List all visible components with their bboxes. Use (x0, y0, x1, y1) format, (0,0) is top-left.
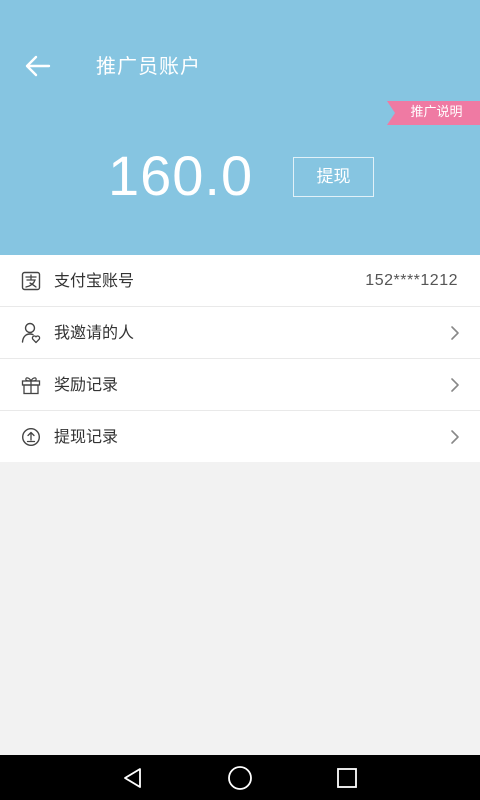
chevron-right-icon (451, 430, 459, 444)
alipay-icon (20, 270, 42, 292)
list-item-withdraw-records[interactable]: 提现记录 (0, 411, 480, 462)
nav-home-button[interactable] (226, 765, 254, 791)
header: 推广员账户 推广说明 160.0 提现 (0, 0, 480, 255)
list-item-label: 我邀请的人 (54, 323, 135, 342)
back-button[interactable] (18, 50, 58, 82)
chevron-right-icon (451, 378, 459, 392)
home-circle-icon (228, 766, 252, 790)
list-item-alipay-account[interactable]: 支付宝账号 152****1212 (0, 255, 480, 307)
alipay-account-value: 152****1212 (365, 272, 458, 289)
promotion-info-ribbon[interactable]: 推广说明 (387, 101, 480, 125)
user-heart-icon (20, 322, 42, 344)
recents-square-icon (337, 768, 357, 788)
system-navigation-bar (0, 755, 480, 800)
account-balance: 160.0 (108, 144, 254, 207)
list-item-reward-records[interactable]: 奖励记录 (0, 359, 480, 411)
nav-recents-button[interactable] (333, 765, 361, 791)
nav-back-button[interactable] (119, 765, 147, 791)
back-triangle-icon (124, 768, 141, 788)
account-list: 支付宝账号 152****1212 我邀请的人 奖励记录 提现记录 (0, 255, 480, 462)
list-item-invited-people[interactable]: 我邀请的人 (0, 307, 480, 359)
list-item-label: 奖励记录 (54, 375, 119, 394)
arrow-left-icon (25, 55, 51, 77)
list-item-label: 支付宝账号 (54, 271, 135, 290)
withdraw-circle-icon (20, 426, 42, 448)
chevron-right-icon (451, 326, 459, 340)
withdraw-button[interactable]: 提现 (293, 157, 374, 197)
list-item-label: 提现记录 (54, 427, 119, 446)
page-title: 推广员账户 (96, 54, 201, 78)
gift-icon (20, 374, 42, 396)
